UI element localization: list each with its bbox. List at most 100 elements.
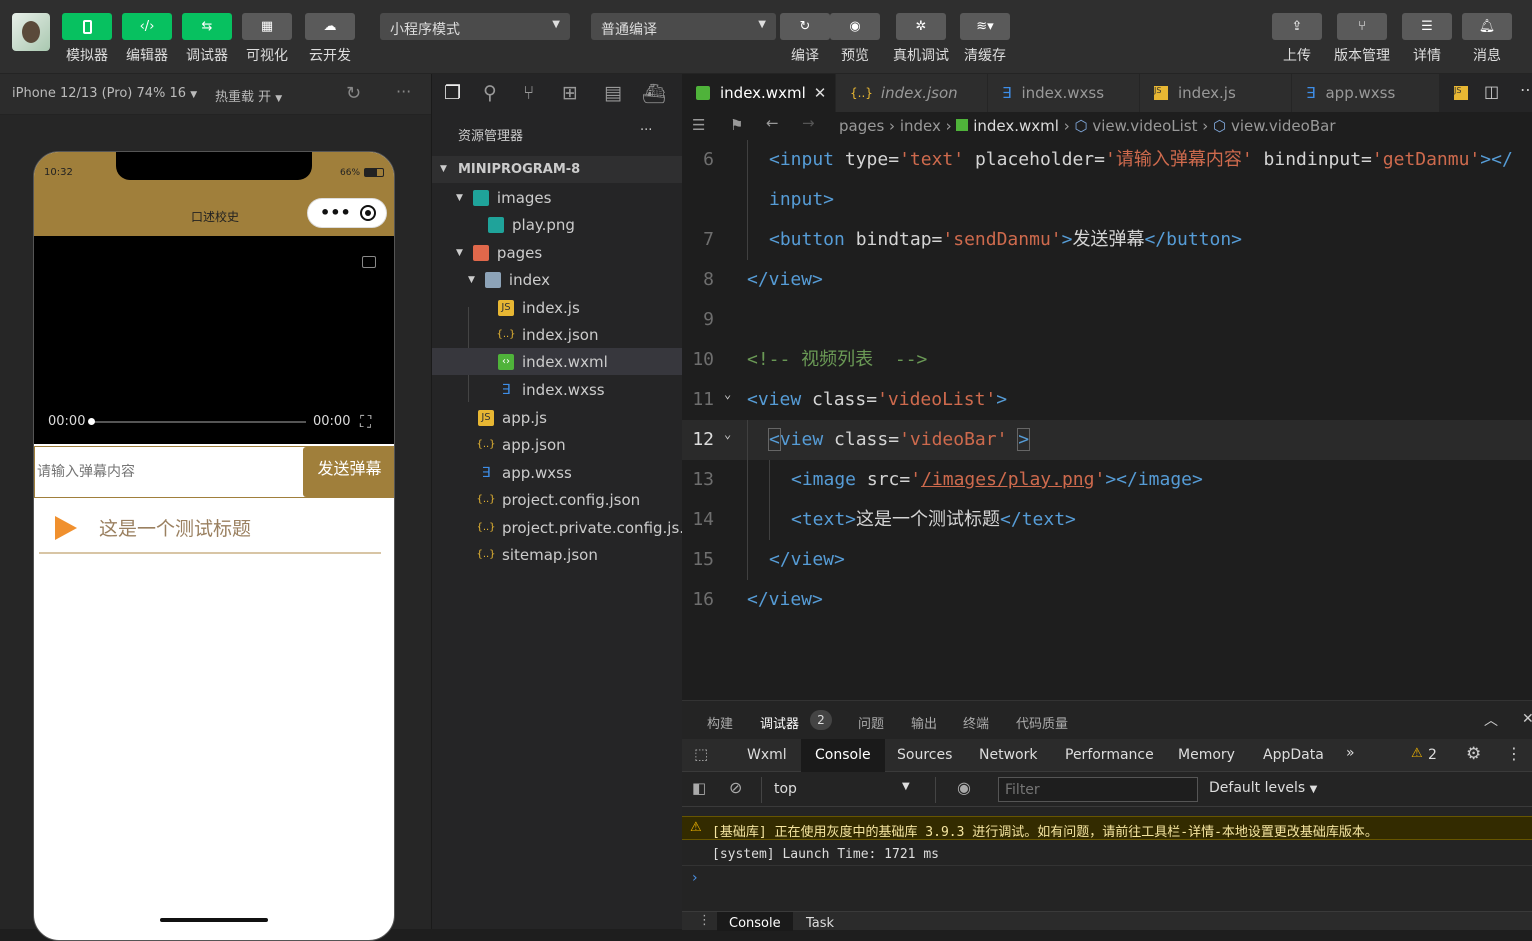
upload-button[interactable]: ⇪ 上传 bbox=[1272, 13, 1322, 65]
remote-debug-button[interactable]: ✲ 真机调试 bbox=[893, 13, 949, 65]
list-icon[interactable]: ☰ bbox=[692, 116, 705, 134]
debugger-button[interactable]: ⇆ 调试器 bbox=[182, 13, 232, 65]
panel-sources[interactable]: Sources bbox=[897, 747, 952, 763]
gear-icon[interactable]: ⚙ bbox=[1466, 744, 1481, 764]
drawer-menu-icon[interactable]: ⋮ bbox=[698, 913, 711, 928]
details-button[interactable]: ☰ 详情 bbox=[1402, 13, 1452, 65]
more-panels-icon[interactable]: » bbox=[1346, 745, 1355, 761]
back-icon[interactable]: ← bbox=[766, 114, 779, 132]
capsule-more-icon[interactable]: ••• bbox=[320, 203, 351, 222]
video-progress[interactable] bbox=[88, 418, 306, 425]
avatar[interactable] bbox=[12, 13, 50, 51]
tab-index-json[interactable]: {..} index.json bbox=[836, 74, 988, 112]
version-button[interactable]: ⑂ 版本管理 bbox=[1334, 13, 1390, 65]
editor-button[interactable]: ‹/› 编辑器 bbox=[122, 13, 172, 65]
tree-item-app-js[interactable]: JS app.js bbox=[478, 404, 547, 431]
fold-chevron-icon[interactable]: ⌄ bbox=[724, 414, 731, 454]
compile-select[interactable]: 普通编译 ▼ bbox=[591, 13, 776, 40]
eye-icon[interactable]: ◉ bbox=[957, 778, 971, 797]
messages-button[interactable]: 🔔︎ 消息 bbox=[1462, 13, 1512, 65]
project-header[interactable]: ▼ MINIPROGRAM-8 bbox=[432, 156, 683, 183]
panel-performance[interactable]: Performance bbox=[1065, 747, 1154, 763]
breadcrumb-index[interactable]: index bbox=[900, 117, 941, 135]
source-control-icon[interactable]: ⑂ bbox=[523, 82, 534, 104]
tree-item-sitemap[interactable]: {..} sitemap.json bbox=[476, 541, 597, 568]
more-icon[interactable]: ⋯ bbox=[1520, 80, 1532, 99]
console-filter-input[interactable] bbox=[998, 777, 1198, 802]
code-line-7[interactable]: 7 <button bindtap='sendDanmu'>发送弹幕</butto… bbox=[682, 220, 1532, 260]
code-line-9[interactable]: 9 bbox=[682, 300, 1532, 340]
files-icon[interactable]: ❐ bbox=[444, 82, 461, 104]
tab-code-quality[interactable]: 代码质量 bbox=[1016, 713, 1068, 732]
breadcrumb-videolist[interactable]: view.videoList bbox=[1092, 117, 1197, 135]
levels-select[interactable]: Default levels ▼ bbox=[1209, 780, 1317, 796]
close-icon[interactable]: ✕ bbox=[1522, 711, 1532, 727]
panel-console[interactable]: Console bbox=[801, 739, 885, 772]
tab-debugger[interactable]: 调试器 bbox=[760, 713, 799, 732]
tab-output[interactable]: 输出 bbox=[911, 713, 937, 732]
extensions-icon[interactable]: ⊞ bbox=[562, 82, 578, 104]
tree-item-images[interactable]: ▼ images bbox=[456, 184, 551, 211]
code-line-16[interactable]: 16 </view> bbox=[682, 580, 1532, 620]
panel-memory[interactable]: Memory bbox=[1178, 747, 1235, 763]
hotreload-select[interactable]: 热重载 开 ▼ bbox=[215, 86, 282, 105]
tree-item-index-wxml[interactable]: ‹› index.wxml bbox=[498, 348, 608, 375]
bookmark-icon[interactable]: ⚑ bbox=[730, 116, 743, 134]
tab-index-js[interactable]: JS index.js bbox=[1140, 74, 1292, 112]
video-player[interactable]: 00:00 00:00 ⛶ bbox=[34, 236, 394, 444]
fold-chevron-icon[interactable]: ⌄ bbox=[724, 374, 731, 414]
more-icon[interactable]: ··· bbox=[396, 82, 411, 101]
context-select[interactable]: top ▼ bbox=[761, 777, 936, 803]
tab-build[interactable]: 构建 bbox=[707, 713, 733, 732]
tree-item-pages[interactable]: ▼ pages bbox=[456, 239, 542, 266]
sidebar-toggle-icon[interactable]: ◧ bbox=[692, 779, 706, 797]
forward-icon[interactable]: → bbox=[802, 114, 815, 132]
panel-appdata[interactable]: AppData bbox=[1263, 747, 1324, 763]
device-select[interactable]: iPhone 12/13 (Pro) 74% 16 ▼ bbox=[12, 86, 197, 101]
tab-index-wxss[interactable]: ∃ index.wxss bbox=[988, 74, 1140, 112]
tab-index-wxml[interactable]: index.wxml ✕ bbox=[682, 74, 836, 112]
code-line-14[interactable]: 14 <text>这是一个测试标题</text> bbox=[682, 500, 1532, 540]
js-file-icon[interactable]: JS bbox=[1454, 86, 1468, 100]
code-line-6[interactable]: 6 <input type='text' placeholder='请输入弹幕内容… bbox=[682, 140, 1532, 180]
tab-terminal[interactable]: 终端 bbox=[963, 713, 989, 732]
tree-item-index-folder[interactable]: ▼ index bbox=[468, 266, 550, 293]
search-icon[interactable]: ⚲ bbox=[483, 82, 497, 104]
code-line-12[interactable]: 12 ⌄ <view class='videoBar' > bbox=[682, 420, 1532, 460]
drawer-tab-console[interactable]: Console bbox=[717, 912, 793, 931]
warning-count[interactable]: 2 bbox=[1428, 747, 1437, 763]
tree-item-project-private-config[interactable]: {..} project.private.config.js... bbox=[478, 514, 683, 541]
visual-button[interactable]: ▦ 可视化 bbox=[242, 13, 292, 65]
panel-network[interactable]: Network bbox=[979, 747, 1037, 763]
fullscreen-icon[interactable]: ⛶ bbox=[360, 412, 371, 432]
pip-icon[interactable] bbox=[362, 256, 376, 268]
storage-icon[interactable]: ▤ bbox=[604, 82, 622, 104]
tab-problems[interactable]: 问题 bbox=[858, 713, 884, 732]
clear-console-icon[interactable]: ⊘ bbox=[729, 778, 742, 797]
capsule-close-icon[interactable] bbox=[360, 205, 376, 221]
code-line-6-wrap[interactable]: input> bbox=[682, 180, 1532, 220]
code-line-13[interactable]: 13 <image src='/images/play.png'></image> bbox=[682, 460, 1532, 500]
code-line-15[interactable]: 15 </view> bbox=[682, 540, 1532, 580]
code-line-11[interactable]: 11 ⌄ <view class='videoList'> bbox=[682, 380, 1532, 420]
breadcrumb-videobar[interactable]: view.videoBar bbox=[1231, 117, 1336, 135]
code-line-10[interactable]: 10 <!-- 视频列表 --> bbox=[682, 340, 1532, 380]
danmu-input[interactable] bbox=[35, 447, 301, 497]
preview-button[interactable]: ◉ 预览 bbox=[830, 13, 880, 65]
simulator-button[interactable]: 模拟器 bbox=[62, 13, 112, 65]
tree-item-project-config[interactable]: {..} project.config.json bbox=[476, 486, 640, 513]
video-list-item[interactable]: 这是一个测试标题 bbox=[39, 506, 381, 554]
mode-select[interactable]: 小程序模式 ▼ bbox=[380, 13, 570, 40]
kebab-icon[interactable]: ⋮ bbox=[1506, 744, 1522, 763]
docker-icon[interactable]: ⛴ bbox=[642, 82, 666, 105]
tree-item-app-wxss[interactable]: ∃ app.wxss bbox=[478, 459, 572, 486]
split-editor-icon[interactable]: ◫ bbox=[1484, 82, 1499, 101]
tree-item-index-wxss[interactable]: ∃ index.wxss bbox=[498, 376, 605, 403]
code-line-8[interactable]: 8 </view> bbox=[682, 260, 1532, 300]
send-danmu-button[interactable]: 发送弹幕 bbox=[303, 447, 394, 497]
tree-item-app-json[interactable]: {..} app.json bbox=[476, 431, 565, 458]
rotate-icon[interactable]: ↻ bbox=[346, 83, 361, 104]
tree-item-index-js[interactable]: JS index.js bbox=[498, 294, 580, 321]
breadcrumb-file[interactable]: index.wxml bbox=[973, 117, 1059, 135]
tab-app-wxss[interactable]: ∃ app.wxss bbox=[1292, 74, 1440, 112]
